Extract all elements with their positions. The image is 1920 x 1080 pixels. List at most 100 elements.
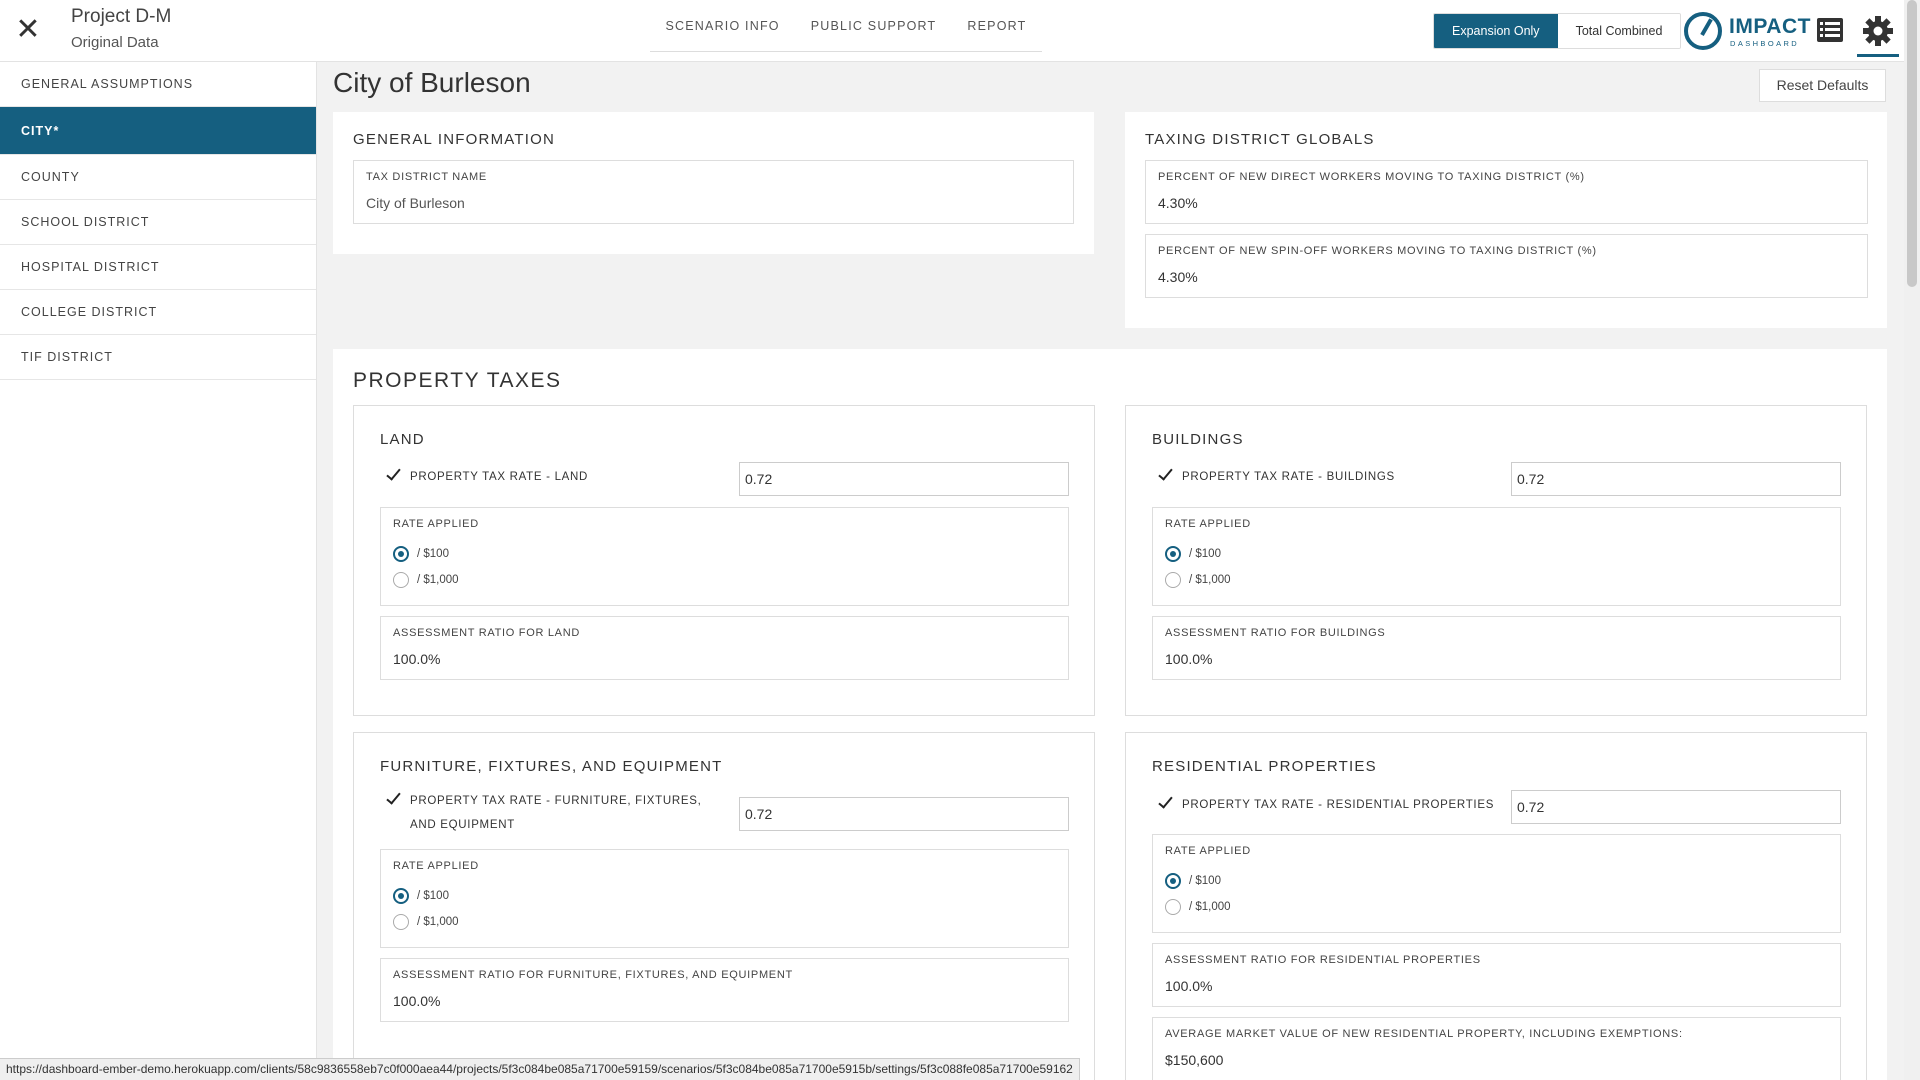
buildings-rate-input[interactable]: 0.72 — [1511, 462, 1841, 496]
property-taxes-heading: PROPERTY TAXES — [353, 369, 562, 392]
view-toggle: Expansion Only Total Combined — [1433, 13, 1682, 49]
impact-dashboard-logo[interactable]: IMPACT DASHBOARD — [1684, 11, 1810, 53]
buildings-rate-label: PROPERTY TAX RATE - BUILDINGS — [1182, 471, 1395, 483]
direct-workers-field[interactable]: PERCENT OF NEW DIRECT WORKERS MOVING TO … — [1145, 160, 1868, 224]
residential-section: RESIDENTIAL PROPERTIES PROPERTY TAX RATE… — [1125, 732, 1867, 1080]
page-title: City of Burleson — [333, 67, 531, 98]
sidebar-item-city[interactable]: CITY* — [0, 107, 316, 155]
sidebar: GENERAL ASSUMPTIONS CITY* COUNTY SCHOOL … — [0, 62, 317, 1080]
buildings-rate-applied-group: RATE APPLIED / $100 / $1,000 — [1152, 507, 1841, 606]
reset-defaults-button[interactable]: Reset Defaults — [1759, 69, 1886, 102]
sidebar-item-school-district[interactable]: SCHOOL DISTRICT — [0, 200, 316, 245]
ffe-rate-input[interactable]: 0.72 — [739, 797, 1069, 831]
ffe-section: FURNITURE, FIXTURES, AND EQUIPMENT PROPE… — [353, 732, 1095, 1080]
property-taxes-card: PROPERTY TAXES LAND PROPERTY TAX RATE - … — [333, 349, 1887, 1080]
buildings-radio-1000-label: / $1,000 — [1189, 574, 1231, 586]
residential-radio-100-label: / $100 — [1189, 875, 1221, 887]
list-icon[interactable] — [1816, 17, 1844, 43]
residential-assessment-value: 100.0% — [1165, 978, 1213, 994]
radio-unselected-icon — [393, 572, 409, 588]
project-title: Project D-M — [71, 6, 172, 27]
sidebar-item-county[interactable]: COUNTY — [0, 155, 316, 200]
residential-rate-input[interactable]: 0.72 — [1511, 790, 1841, 824]
total-combined-button[interactable]: Total Combined — [1557, 14, 1681, 48]
buildings-assessment-label: ASSESSMENT RATIO FOR BUILDINGS — [1165, 627, 1386, 639]
land-assessment-label: ASSESSMENT RATIO FOR LAND — [393, 627, 581, 639]
residential-radio-1000[interactable]: / $1,000 — [1165, 899, 1231, 915]
ffe-rate-row: PROPERTY TAX RATE - FURNITURE, FIXTURES,… — [386, 789, 701, 837]
residential-market-value: $150,600 — [1165, 1052, 1224, 1068]
land-rate-applied-label: RATE APPLIED — [393, 518, 479, 530]
land-rate-label: PROPERTY TAX RATE - LAND — [410, 471, 589, 483]
residential-rate-label: PROPERTY TAX RATE - RESIDENTIAL PROPERTI… — [1182, 799, 1495, 811]
top-header: ✕ Project D-M Original Data SCENARIO INF… — [0, 0, 1904, 62]
ffe-radio-1000-label: / $1,000 — [417, 916, 459, 928]
land-section: LAND PROPERTY TAX RATE - LAND 0.72 RATE … — [353, 405, 1095, 716]
direct-workers-value: 4.30% — [1158, 195, 1198, 211]
buildings-radio-100[interactable]: / $100 — [1165, 546, 1221, 562]
close-icon[interactable]: ✕ — [14, 14, 42, 46]
buildings-rate-checkbox[interactable] — [1158, 468, 1172, 482]
sidebar-item-college-district[interactable]: COLLEGE DISTRICT — [0, 290, 316, 335]
radio-selected-icon — [1165, 546, 1181, 562]
taxing-district-globals-card: TAXING DISTRICT GLOBALS PERCENT OF NEW D… — [1125, 112, 1887, 328]
taxing-district-globals-heading: TAXING DISTRICT GLOBALS — [1145, 131, 1375, 148]
spinoff-workers-field[interactable]: PERCENT OF NEW SPIN-OFF WORKERS MOVING T… — [1145, 234, 1868, 298]
ffe-assessment-label: ASSESSMENT RATIO FOR FURNITURE, FIXTURES… — [393, 969, 793, 981]
tax-district-name-value: City of Burleson — [366, 195, 465, 211]
buildings-assessment-field[interactable]: ASSESSMENT RATIO FOR BUILDINGS 100.0% — [1152, 616, 1841, 680]
land-rate-applied-group: RATE APPLIED / $100 / $1,000 — [380, 507, 1069, 606]
sidebar-item-general-assumptions[interactable]: GENERAL ASSUMPTIONS — [0, 62, 316, 107]
buildings-rate-applied-label: RATE APPLIED — [1165, 518, 1251, 530]
scrollbar-thumb[interactable] — [1907, 0, 1917, 287]
gear-icon[interactable] — [1857, 13, 1899, 57]
nav-public-support[interactable]: PUBLIC SUPPORT — [811, 19, 937, 33]
buildings-section: BUILDINGS PROPERTY TAX RATE - BUILDINGS … — [1125, 405, 1867, 716]
land-assessment-field[interactable]: ASSESSMENT RATIO FOR LAND 100.0% — [380, 616, 1069, 680]
radio-unselected-icon — [393, 914, 409, 930]
buildings-rate-row: PROPERTY TAX RATE - BUILDINGS — [1158, 465, 1395, 489]
tax-district-name-field[interactable]: TAX DISTRICT NAME City of Burleson — [353, 160, 1074, 224]
sidebar-item-tif-district[interactable]: TIF DISTRICT — [0, 335, 316, 380]
ffe-radio-100[interactable]: / $100 — [393, 888, 449, 904]
nav-scenario-info[interactable]: SCENARIO INFO — [666, 19, 780, 33]
radio-selected-icon — [1165, 873, 1181, 889]
spinoff-workers-value: 4.30% — [1158, 269, 1198, 285]
ffe-rate-label-line2: AND EQUIPMENT — [410, 819, 515, 831]
residential-heading: RESIDENTIAL PROPERTIES — [1152, 758, 1377, 775]
radio-selected-icon — [393, 888, 409, 904]
buildings-radio-100-label: / $100 — [1189, 548, 1221, 560]
logo-word: IMPACT — [1729, 15, 1811, 38]
ffe-rate-label: PROPERTY TAX RATE - FURNITURE, FIXTURES,… — [410, 789, 701, 837]
nav-report[interactable]: REPORT — [967, 19, 1026, 33]
ffe-rate-applied-group: RATE APPLIED / $100 / $1,000 — [380, 849, 1069, 948]
spinoff-workers-label: PERCENT OF NEW SPIN-OFF WORKERS MOVING T… — [1158, 245, 1597, 257]
land-radio-100[interactable]: / $100 — [393, 546, 449, 562]
residential-rate-checkbox[interactable] — [1158, 796, 1172, 810]
sidebar-item-hospital-district[interactable]: HOSPITAL DISTRICT — [0, 245, 316, 290]
buildings-heading: BUILDINGS — [1152, 431, 1244, 448]
ffe-rate-applied-label: RATE APPLIED — [393, 860, 479, 872]
land-radio-1000[interactable]: / $1,000 — [393, 572, 459, 588]
land-radio-100-label: / $100 — [417, 548, 449, 560]
tax-district-name-label: TAX DISTRICT NAME — [366, 171, 487, 183]
radio-selected-icon — [393, 546, 409, 562]
buildings-assessment-value: 100.0% — [1165, 651, 1213, 667]
residential-assessment-field[interactable]: ASSESSMENT RATIO FOR RESIDENTIAL PROPERT… — [1152, 943, 1841, 1007]
residential-rate-applied-label: RATE APPLIED — [1165, 845, 1251, 857]
residential-radio-100[interactable]: / $100 — [1165, 873, 1221, 889]
ffe-radio-1000[interactable]: / $1,000 — [393, 914, 459, 930]
ffe-assessment-field[interactable]: ASSESSMENT RATIO FOR FURNITURE, FIXTURES… — [380, 958, 1069, 1022]
residential-market-value-label: AVERAGE MARKET VALUE OF NEW RESIDENTIAL … — [1165, 1028, 1683, 1040]
buildings-radio-1000[interactable]: / $1,000 — [1165, 572, 1231, 588]
ffe-rate-checkbox[interactable] — [386, 792, 400, 806]
land-rate-input[interactable]: 0.72 — [739, 462, 1069, 496]
page-scrollbar[interactable] — [1904, 0, 1920, 1080]
direct-workers-label: PERCENT OF NEW DIRECT WORKERS MOVING TO … — [1158, 171, 1585, 183]
land-rate-checkbox[interactable] — [386, 468, 400, 482]
radio-unselected-icon — [1165, 899, 1181, 915]
residential-market-value-field[interactable]: AVERAGE MARKET VALUE OF NEW RESIDENTIAL … — [1152, 1017, 1841, 1080]
residential-rate-applied-group: RATE APPLIED / $100 / $1,000 — [1152, 834, 1841, 933]
expansion-only-button[interactable]: Expansion Only — [1434, 14, 1558, 48]
land-rate-row: PROPERTY TAX RATE - LAND — [386, 465, 588, 489]
